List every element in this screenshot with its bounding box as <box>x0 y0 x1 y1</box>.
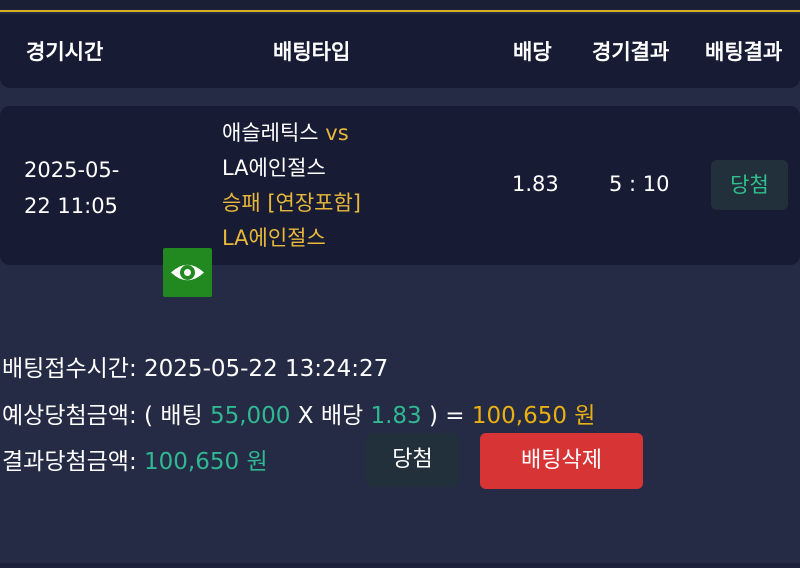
game-date: 2025-05- <box>24 158 120 182</box>
bet-row: 2025-05- 22 11:05 애슬레틱스 vs LA에인절스 승패 [연장… <box>0 106 800 297</box>
bet-time-line: 배팅접수시간: 2025-05-22 13:24:27 <box>2 349 388 383</box>
bottom-divider <box>0 563 800 568</box>
match-teams-line: 애슬레틱스 vs <box>222 116 361 151</box>
home-team: 애슬레틱스 <box>222 121 319 145</box>
game-time: 2025-05- 22 11:05 <box>24 152 124 224</box>
top-divider <box>0 0 800 12</box>
delete-bet-button[interactable]: 배팅삭제 <box>480 433 643 489</box>
result-amount: 100,650 원 <box>144 449 268 475</box>
expected-win-line: 예상당첨금액: ( 배팅 55,000 X 배당 1.83 ) = 100,65… <box>2 396 595 430</box>
header-game-result: 경기결과 <box>592 40 670 64</box>
bet-time-value: 2025-05-22 13:24:27 <box>144 356 389 382</box>
eye-icon[interactable] <box>163 248 212 297</box>
game-score: 5 : 10 <box>609 172 670 196</box>
vs-label: vs <box>325 121 349 145</box>
match-info: 애슬레틱스 vs LA에인절스 승패 [연장포함] LA에인절스 <box>222 116 361 256</box>
header-time: 경기시간 <box>26 40 104 64</box>
bet-market: 승패 [연장포함] <box>222 191 361 215</box>
eye-icon-graphic <box>171 264 204 281</box>
expected-open: ( 배팅 <box>144 403 203 429</box>
row-odds: 1.83 <box>512 172 559 196</box>
expected-x: X 배당 <box>297 403 364 429</box>
expected-odds: 1.83 <box>370 403 422 429</box>
header-bet-result: 배팅결과 <box>705 40 783 64</box>
result-win-line: 결과당첨금액: 100,650 원 <box>2 442 268 476</box>
expected-close: ) = <box>428 403 465 429</box>
expected-amount: 100,650 원 <box>471 403 596 429</box>
result-label: 결과당첨금액: <box>2 449 137 475</box>
header-bet-type: 배팅타입 <box>273 40 351 64</box>
table-header: 경기시간 배팅타입 배당 경기결과 배팅결과 <box>0 14 800 88</box>
away-team: LA에인절스 <box>222 156 326 180</box>
bet-pick: LA에인절스 <box>222 226 326 250</box>
header-odds: 배당 <box>513 40 552 64</box>
bet-time-label: 배팅접수시간: <box>2 356 137 382</box>
expected-stake: 55,000 <box>209 403 291 429</box>
bet-result-badge: 당첨 <box>711 160 788 210</box>
win-status-button[interactable]: 당첨 <box>366 433 459 487</box>
expected-label: 예상당첨금액: <box>2 403 137 429</box>
game-clock: 22 11:05 <box>24 194 118 218</box>
